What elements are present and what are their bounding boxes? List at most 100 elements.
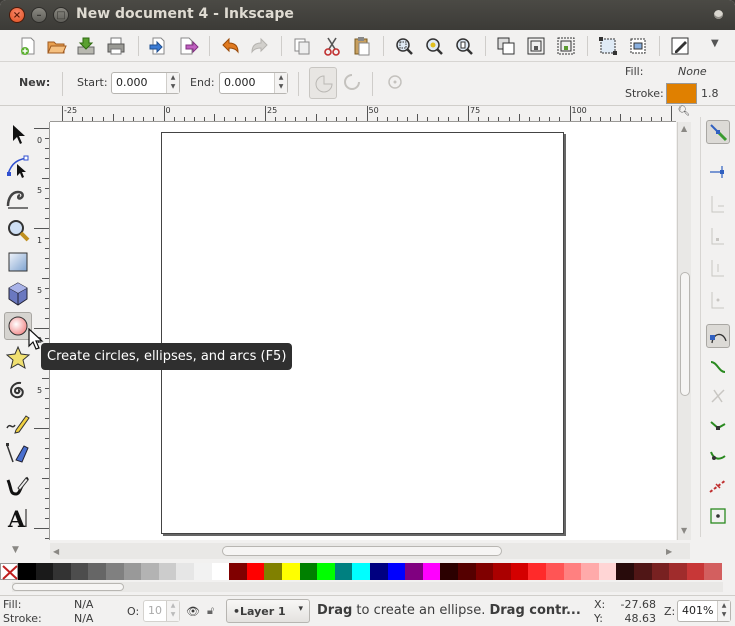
open-arc-toggle[interactable] bbox=[341, 71, 363, 93]
cut-button[interactable] bbox=[321, 35, 343, 57]
page-area[interactable] bbox=[161, 132, 564, 534]
palette-swatch[interactable] bbox=[317, 563, 336, 580]
rectangle-tool[interactable] bbox=[4, 248, 32, 276]
scroll-down-arrow[interactable]: ▼ bbox=[681, 526, 687, 535]
palette-swatch[interactable] bbox=[422, 563, 441, 580]
current-layer-dropdown[interactable]: •Layer 1 ▾ bbox=[226, 599, 310, 623]
palette-swatch[interactable] bbox=[546, 563, 564, 580]
palette-swatch[interactable] bbox=[53, 563, 72, 580]
snap-bbox-toggle[interactable] bbox=[706, 160, 730, 184]
palette-swatch[interactable] bbox=[211, 563, 230, 580]
import-button[interactable] bbox=[147, 35, 169, 57]
copy-button[interactable] bbox=[291, 35, 313, 57]
zoom-drawing-button[interactable] bbox=[423, 35, 445, 57]
selector-tool[interactable] bbox=[4, 120, 32, 148]
palette-swatch[interactable] bbox=[299, 563, 318, 580]
palette-swatch[interactable] bbox=[123, 563, 142, 580]
layer-lock-icon[interactable]: 🔓︎ bbox=[207, 604, 214, 618]
zoom-corner-icon[interactable]: 🔍︎ bbox=[677, 106, 691, 122]
close-button[interactable]: × bbox=[9, 7, 25, 23]
snap-bbox-midpoint-toggle[interactable] bbox=[706, 256, 730, 280]
palette-scroll-thumb[interactable] bbox=[12, 583, 124, 591]
palette-swatch[interactable] bbox=[370, 563, 388, 580]
layer-visibility-eye-icon[interactable]: 👁︎ bbox=[186, 605, 200, 618]
palette-swatch[interactable] bbox=[651, 563, 670, 580]
stroke-color-swatch[interactable] bbox=[666, 83, 697, 104]
palette-swatch[interactable] bbox=[264, 563, 283, 580]
maximize-button[interactable]: □ bbox=[53, 7, 69, 23]
tweak-tool[interactable] bbox=[4, 184, 32, 212]
palette-swatch[interactable] bbox=[704, 563, 723, 580]
opacity-stepper[interactable]: ▲ ▼ bbox=[166, 601, 179, 621]
align-button[interactable] bbox=[627, 35, 649, 57]
zoom-stepper[interactable]: ▲ ▼ bbox=[717, 601, 730, 621]
palette-swatch[interactable] bbox=[176, 563, 195, 580]
palette-swatch[interactable] bbox=[581, 563, 600, 580]
xml-editor-button[interactable] bbox=[669, 35, 691, 57]
palette-swatch[interactable] bbox=[528, 563, 547, 580]
palette-swatch[interactable] bbox=[598, 563, 617, 580]
zoom-input[interactable]: 401% ▲ ▼ bbox=[677, 600, 731, 622]
palette-scrollbar[interactable] bbox=[12, 582, 723, 592]
start-angle-stepper[interactable]: ▲ ▼ bbox=[166, 73, 179, 93]
snap-cusp-nodes-toggle[interactable] bbox=[706, 414, 730, 438]
window-menu-icon[interactable] bbox=[714, 10, 723, 19]
opacity-input[interactable]: 10 ▲ ▼ bbox=[143, 600, 180, 622]
horizontal-scrollbar[interactable]: ◀ ▶ bbox=[50, 543, 690, 559]
print-button[interactable] bbox=[105, 35, 127, 57]
spiral-tool[interactable] bbox=[4, 376, 32, 404]
palette-swatch[interactable] bbox=[475, 563, 494, 580]
more-tools-icon[interactable]: ▼ bbox=[711, 38, 719, 49]
snap-bbox-corner-toggle[interactable] bbox=[706, 224, 730, 248]
no-paint-swatch[interactable] bbox=[0, 563, 18, 580]
save-button[interactable] bbox=[75, 35, 97, 57]
palette-swatch[interactable] bbox=[669, 563, 688, 580]
pencil-tool[interactable] bbox=[4, 408, 32, 436]
palette-swatch[interactable] bbox=[70, 563, 89, 580]
palette-swatch[interactable] bbox=[334, 563, 353, 580]
palette-swatch[interactable] bbox=[686, 563, 705, 580]
make-whole-button[interactable] bbox=[385, 72, 407, 94]
palette-swatch[interactable] bbox=[387, 563, 406, 580]
closed-arc-toggle[interactable] bbox=[309, 67, 337, 99]
group-button[interactable] bbox=[525, 35, 547, 57]
new-document-button[interactable] bbox=[17, 35, 39, 57]
snap-enable-toggle[interactable] bbox=[706, 120, 730, 144]
palette-swatch[interactable] bbox=[352, 563, 371, 580]
palette-swatch[interactable] bbox=[510, 563, 529, 580]
horizontal-scroll-thumb[interactable] bbox=[222, 546, 502, 556]
palette-swatch[interactable] bbox=[88, 563, 107, 580]
palette-swatch[interactable] bbox=[194, 563, 212, 580]
ungroup-button[interactable] bbox=[555, 35, 577, 57]
palette-swatch[interactable] bbox=[246, 563, 265, 580]
end-angle-input[interactable]: 0.000 ▲ ▼ bbox=[219, 72, 288, 94]
palette-swatch[interactable] bbox=[616, 563, 635, 580]
palette-swatch[interactable] bbox=[634, 563, 652, 580]
start-angle-input[interactable]: 0.000 ▲ ▼ bbox=[111, 72, 180, 94]
snap-bbox-center-toggle[interactable] bbox=[706, 288, 730, 312]
export-button[interactable] bbox=[177, 35, 199, 57]
redo-button[interactable] bbox=[249, 35, 271, 57]
snap-object-center-toggle[interactable] bbox=[706, 504, 730, 528]
vertical-scrollbar[interactable]: ▲ ▼ bbox=[677, 122, 691, 540]
snap-nodes-toggle[interactable] bbox=[706, 324, 730, 348]
3d-box-tool[interactable] bbox=[4, 280, 32, 308]
zoom-selection-button[interactable] bbox=[393, 35, 415, 57]
palette-swatch[interactable] bbox=[493, 563, 512, 580]
calligraphy-tool[interactable] bbox=[4, 472, 32, 500]
vertical-scroll-thumb[interactable] bbox=[680, 272, 690, 396]
palette-swatch[interactable] bbox=[229, 563, 248, 580]
drawing-canvas[interactable] bbox=[50, 122, 676, 540]
stroke-width-value[interactable]: 1.8 bbox=[701, 87, 719, 100]
toolbox-scroll-arrow[interactable]: ▼ bbox=[12, 545, 19, 555]
snap-paths-toggle[interactable] bbox=[706, 354, 730, 378]
zoom-tool[interactable] bbox=[4, 216, 32, 244]
node-tool[interactable] bbox=[4, 152, 32, 180]
transform-button[interactable] bbox=[597, 35, 619, 57]
palette-swatch[interactable] bbox=[405, 563, 424, 580]
palette-swatch[interactable] bbox=[18, 563, 36, 580]
text-tool[interactable]: A bbox=[4, 504, 32, 533]
status-stroke-value[interactable]: N/A bbox=[74, 612, 93, 625]
duplicate-button[interactable] bbox=[495, 35, 517, 57]
snap-bbox-edge-toggle[interactable] bbox=[706, 192, 730, 216]
